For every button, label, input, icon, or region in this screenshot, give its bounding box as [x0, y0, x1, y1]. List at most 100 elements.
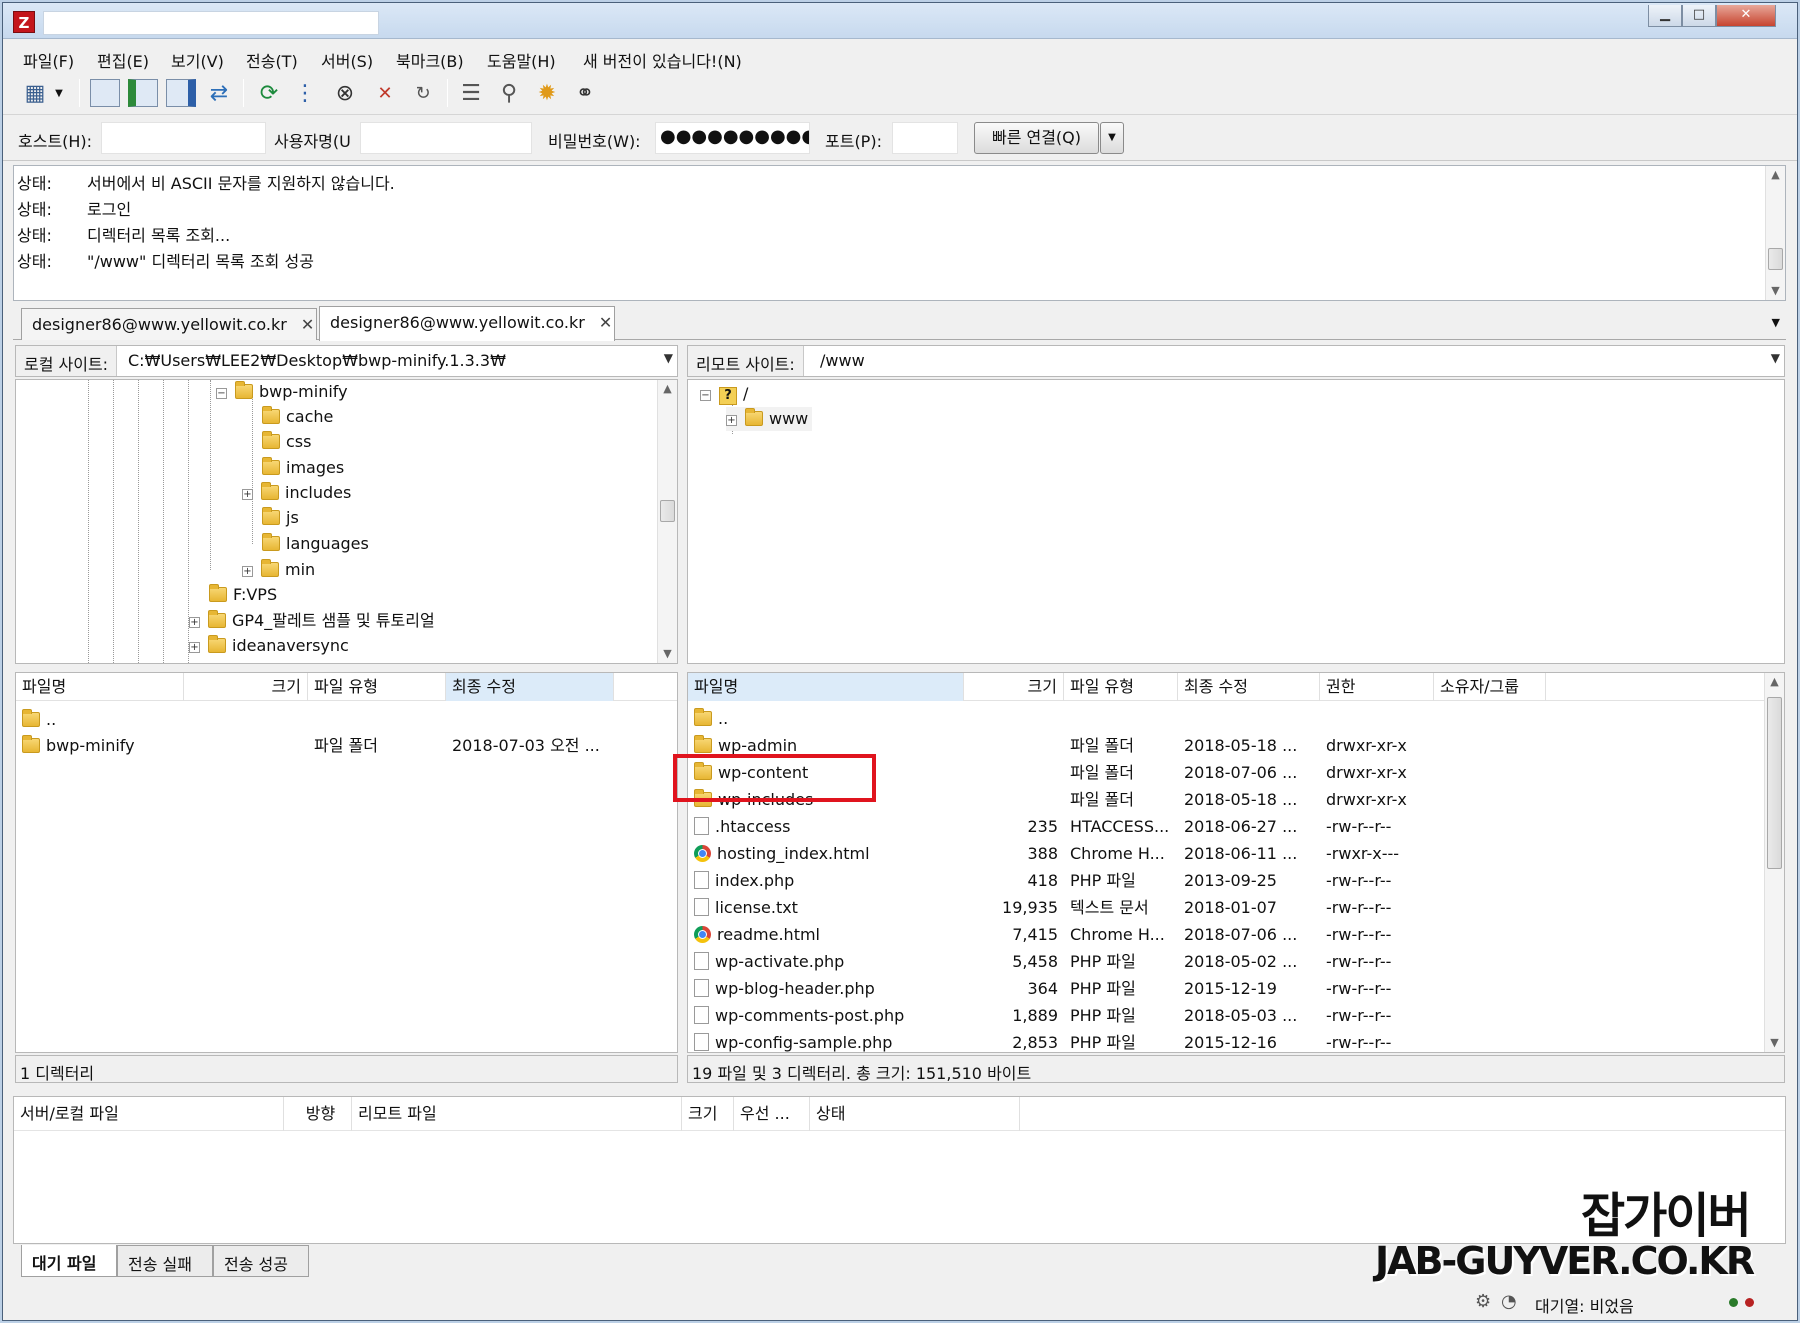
- tab-queued-files[interactable]: 대기 파일: [21, 1245, 117, 1277]
- file-row[interactable]: readme.html 7,415 Chrome H... 2018-07-06 ..…: [688, 923, 1784, 947]
- scroll-thumb[interactable]: [660, 500, 675, 522]
- port-input[interactable]: [892, 122, 958, 154]
- file-row[interactable]: bwp-minify 파일 폴더 2018-07-03 오전 ...: [16, 734, 677, 758]
- toggle-local-tree-icon[interactable]: [127, 77, 159, 109]
- maximize-button[interactable]: □: [1682, 5, 1716, 27]
- file-row[interactable]: ..: [16, 708, 677, 732]
- tree-node[interactable]: F:VPS: [209, 583, 277, 607]
- menu-edit[interactable]: 편집(E): [97, 48, 149, 72]
- file-row[interactable]: wp-activate.php 5,458 PHP 파일 2018-05-02 ...…: [688, 950, 1784, 974]
- toggle-queue-icon[interactable]: ⇄: [203, 77, 235, 109]
- file-row[interactable]: hosting_index.html 388 Chrome H... 2018-06-…: [688, 842, 1784, 866]
- column-owner[interactable]: 소유자/그룹: [1434, 673, 1546, 701]
- toggle-remote-tree-icon[interactable]: [165, 77, 197, 109]
- tabs-dropdown-icon[interactable]: ▼: [1772, 316, 1780, 329]
- scroll-down-icon[interactable]: ▼: [1765, 1034, 1784, 1052]
- menu-new-version[interactable]: 새 버전이 있습니다!(N): [583, 48, 742, 72]
- column-size[interactable]: 크기: [184, 673, 308, 701]
- file-row[interactable]: wp-comments-post.php 1,889 PHP 파일 2018-05-0…: [688, 1004, 1784, 1028]
- speed-limit-icon[interactable]: ◔: [1501, 1291, 1517, 1312]
- file-row[interactable]: index.php 418 PHP 파일 2013-09-25 -rw-r--r--: [688, 869, 1784, 893]
- scroll-thumb[interactable]: [1768, 248, 1783, 270]
- collapse-icon[interactable]: −: [700, 390, 711, 401]
- menu-view[interactable]: 보기(V): [171, 48, 224, 72]
- remote-list-scrollbar[interactable]: ▲ ▼: [1764, 673, 1784, 1052]
- column-type[interactable]: 파일 유형: [308, 673, 446, 701]
- tree-node[interactable]: + min: [242, 558, 315, 582]
- log-scrollbar[interactable]: ▲ ▼: [1765, 166, 1785, 300]
- column-size[interactable]: 크기: [964, 673, 1064, 701]
- menu-file[interactable]: 파일(F): [23, 48, 74, 72]
- scroll-up-icon[interactable]: ▲: [658, 380, 677, 398]
- compare-icon[interactable]: ⚲: [493, 77, 525, 109]
- collapse-icon[interactable]: −: [216, 388, 227, 399]
- scroll-thumb[interactable]: [1767, 697, 1782, 869]
- tree-node[interactable]: images: [262, 456, 344, 480]
- expand-icon[interactable]: +: [242, 566, 253, 577]
- menu-help[interactable]: 도움말(H): [487, 48, 556, 72]
- tree-node[interactable]: −? /: [700, 382, 748, 406]
- tree-node[interactable]: + includes: [242, 481, 351, 505]
- local-path-dropdown-icon[interactable]: ▼: [664, 351, 673, 365]
- column-filename[interactable]: 파일명: [16, 673, 184, 701]
- remote-path-dropdown-icon[interactable]: ▼: [1771, 351, 1780, 365]
- disconnect-icon[interactable]: ✕: [369, 77, 401, 109]
- close-button[interactable]: ✕: [1716, 5, 1776, 27]
- refresh-icon[interactable]: ⟳: [253, 77, 285, 109]
- expand-icon[interactable]: +: [189, 617, 200, 628]
- cancel-icon[interactable]: ⊗: [329, 77, 361, 109]
- column-server-local-file[interactable]: 서버/로컬 파일: [14, 1097, 284, 1131]
- password-input[interactable]: ●●●●●●●●●●: [655, 122, 810, 154]
- file-row[interactable]: .htaccess 235 HTACCESS... 2018-06-27 ... -rw…: [688, 815, 1784, 839]
- tree-node[interactable]: + www: [726, 407, 813, 431]
- close-tab-icon[interactable]: ✕: [599, 313, 612, 332]
- file-row[interactable]: ..: [688, 707, 1784, 731]
- menu-server[interactable]: 서버(S): [321, 48, 373, 72]
- expand-icon[interactable]: +: [242, 489, 253, 500]
- column-remote-file[interactable]: 리모트 파일: [352, 1097, 682, 1131]
- quickconnect-button[interactable]: 빠른 연결(Q): [974, 122, 1099, 154]
- sync-browse-icon[interactable]: ✹: [531, 77, 563, 109]
- reconnect-icon[interactable]: ↻: [407, 77, 439, 109]
- connection-tab[interactable]: designer86@www.yellowit.co.kr ✕: [319, 306, 615, 341]
- menu-bookmarks[interactable]: 북마크(B): [396, 48, 464, 72]
- column-direction[interactable]: 방향: [284, 1097, 352, 1131]
- gear-icon[interactable]: ⚙: [1475, 1291, 1491, 1312]
- tree-node[interactable]: + GP4_팔레트 샘플 및 튜토리얼: [189, 609, 435, 633]
- process-queue-icon[interactable]: ⋮: [289, 77, 321, 109]
- tree-node[interactable]: languages: [262, 532, 369, 556]
- tab-failed-transfers[interactable]: 전송 실패: [117, 1245, 213, 1277]
- minimize-button[interactable]: ▁: [1648, 5, 1682, 27]
- scroll-down-icon[interactable]: ▼: [1766, 282, 1785, 300]
- column-priority[interactable]: 우선 ...: [734, 1097, 810, 1131]
- column-size[interactable]: 크기: [682, 1097, 734, 1131]
- search-icon[interactable]: ⚭: [569, 77, 601, 109]
- file-row[interactable]: wp-blog-header.php 364 PHP 파일 2015-12-19 -rw…: [688, 977, 1784, 1001]
- tree-node[interactable]: js: [262, 506, 299, 530]
- filter-icon[interactable]: ☰: [455, 77, 487, 109]
- toggle-log-icon[interactable]: [89, 77, 121, 109]
- tab-successful-transfers[interactable]: 전송 성공: [213, 1245, 309, 1277]
- column-filename[interactable]: 파일명: [688, 673, 964, 701]
- site-manager-dropdown-icon[interactable]: ▼: [51, 77, 67, 109]
- remote-path-input[interactable]: /www: [820, 351, 865, 370]
- expand-icon[interactable]: +: [726, 415, 737, 426]
- tree-node[interactable]: css: [262, 430, 311, 454]
- close-tab-icon[interactable]: ✕: [301, 315, 314, 334]
- file-row[interactable]: license.txt 19,935 텍스트 문서 2018-01-07 -rw-r--…: [688, 896, 1784, 920]
- column-modified[interactable]: 최종 수정: [1178, 673, 1320, 701]
- tree-node[interactable]: − bwp-minify: [216, 380, 348, 404]
- quickconnect-dropdown-icon[interactable]: ▼: [1100, 122, 1124, 154]
- column-permissions[interactable]: 권한: [1320, 673, 1434, 701]
- local-tree-scrollbar[interactable]: ▲ ▼: [657, 380, 677, 663]
- file-row[interactable]: wp-config-sample.php 2,853 PHP 파일 2015-12-1…: [688, 1031, 1784, 1052]
- column-modified[interactable]: 최종 수정: [446, 673, 614, 701]
- user-input[interactable]: [360, 122, 532, 154]
- scroll-up-icon[interactable]: ▲: [1765, 673, 1784, 691]
- menu-transfer[interactable]: 전송(T): [246, 48, 298, 72]
- local-path-input[interactable]: C:₩Users₩LEE2₩Desktop₩bwp-minify.1.3.3₩: [128, 351, 506, 370]
- connection-tab[interactable]: designer86@www.yellowit.co.kr ✕: [21, 308, 317, 340]
- tree-node[interactable]: + ideanaversync: [189, 634, 349, 658]
- column-status[interactable]: 상태: [810, 1097, 1020, 1131]
- site-manager-icon[interactable]: ▦: [19, 77, 51, 109]
